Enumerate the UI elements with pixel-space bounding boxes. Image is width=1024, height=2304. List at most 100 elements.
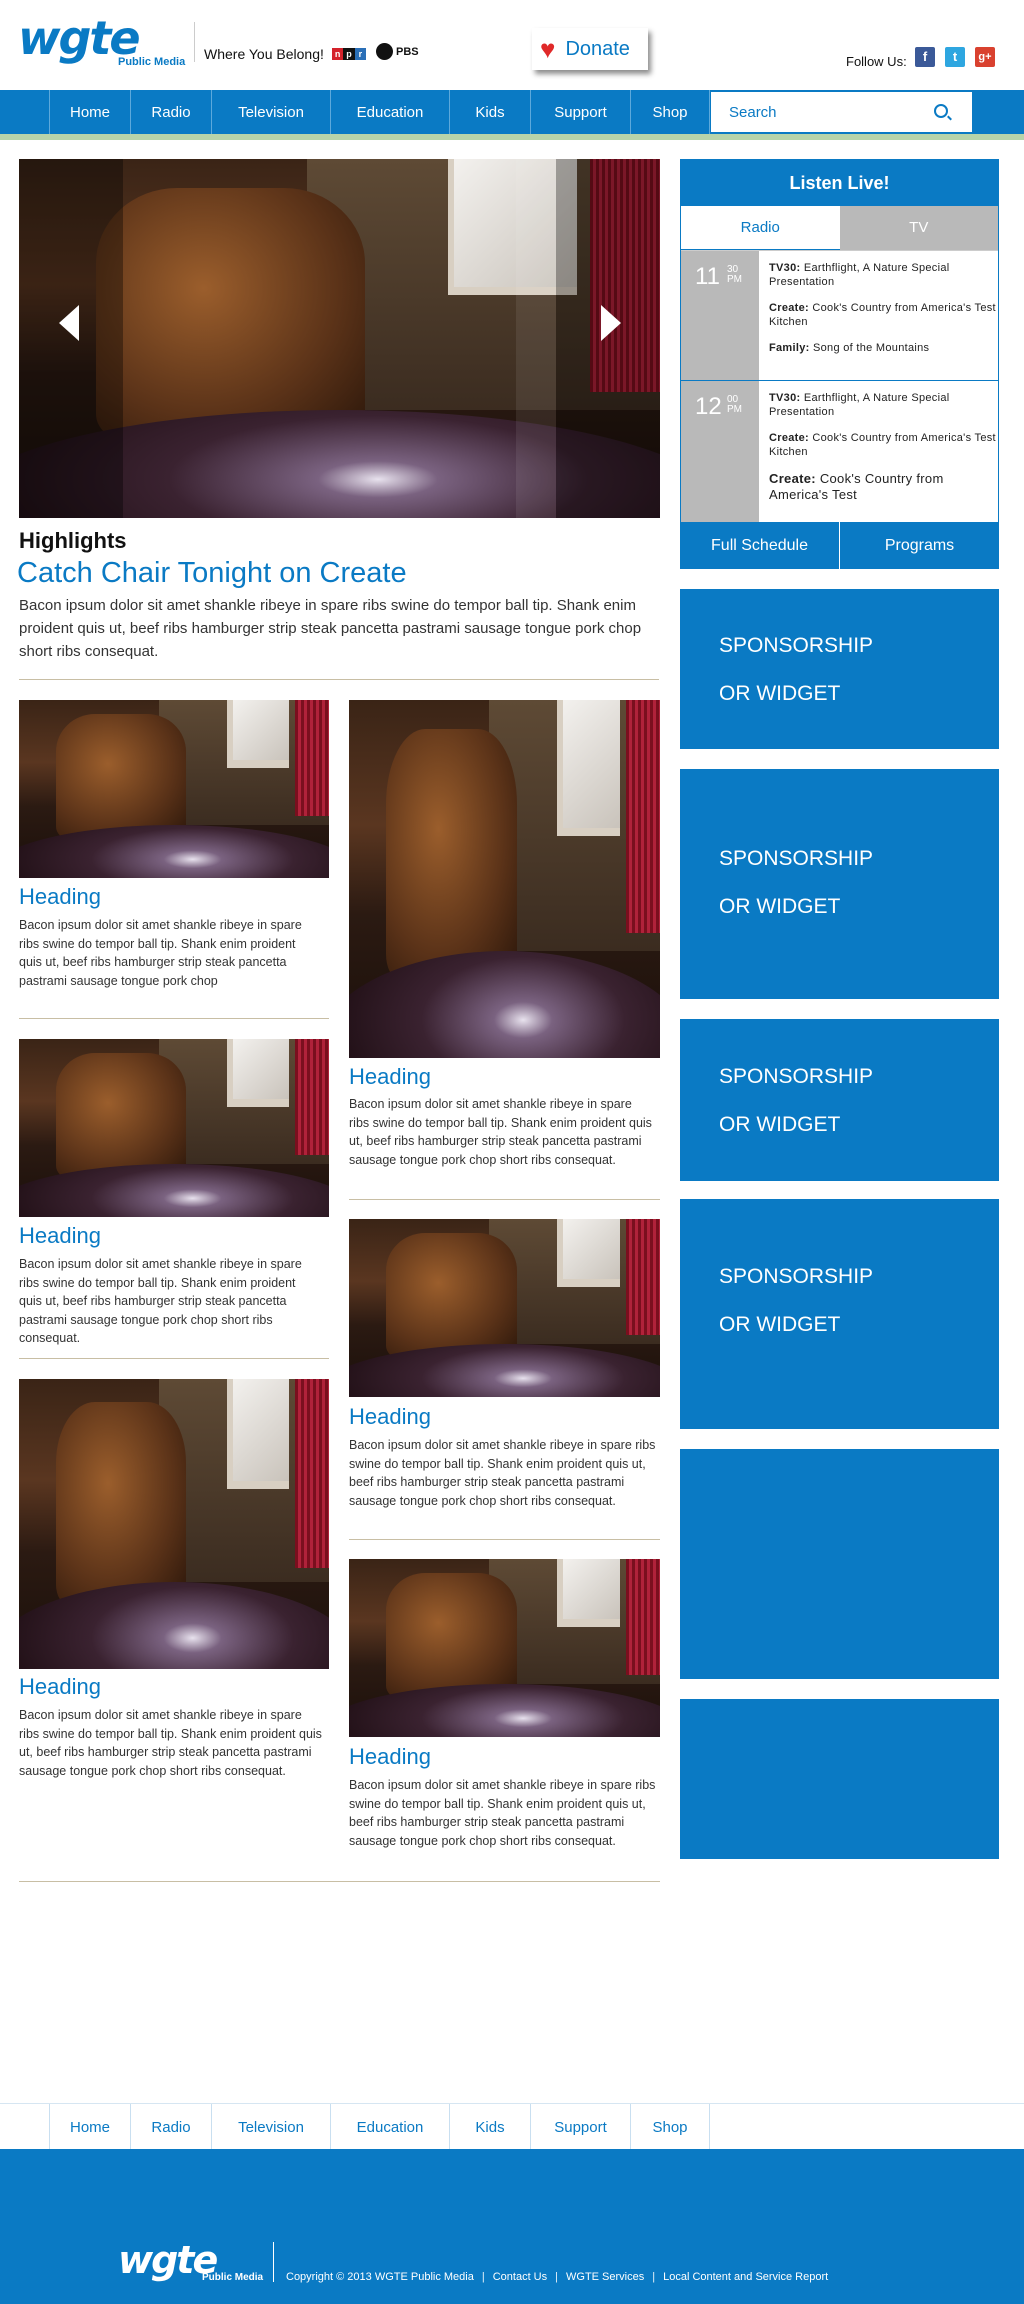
programs-button[interactable]: Programs (839, 522, 999, 569)
logo-wordmark: wgte (18, 11, 141, 65)
card-text: Bacon ipsum dolor sit amet shankle ribey… (19, 1708, 322, 1778)
search-box (711, 92, 972, 132)
tab-tv[interactable]: TV (839, 206, 998, 250)
card-heading[interactable]: Heading (349, 1064, 431, 1090)
divider (19, 679, 659, 680)
heart-icon: ♥ (540, 34, 556, 64)
slot-minute: 00 PM (727, 394, 742, 415)
main-nav: Home Radio Television Education Kids Sup… (0, 90, 1024, 134)
program-item[interactable]: Family: Song of the Mountains (769, 341, 998, 355)
donate-label: Donate (565, 37, 630, 60)
footer-nav-home[interactable]: Home (49, 2104, 130, 2150)
footer-nav-shop[interactable]: Shop (630, 2104, 710, 2150)
npr-logo[interactable]: n p r (332, 48, 366, 60)
pbs-label: PBS (396, 45, 419, 58)
sponsorship-widget[interactable] (680, 1699, 999, 1859)
header-divider (194, 22, 195, 62)
program-item[interactable]: TV30: Earthflight, A Nature Special Pres… (769, 391, 998, 419)
sponsorship-widget[interactable]: SPONSORSHIP OR WIDGET (680, 1199, 999, 1429)
footer-link-contact[interactable]: Contact Us (493, 2271, 547, 2283)
footer-nav-radio[interactable]: Radio (130, 2104, 211, 2150)
program-item[interactable]: TV30: Earthflight, A Nature Special Pres… (769, 261, 998, 289)
card-image[interactable] (19, 1379, 329, 1669)
google-plus-icon[interactable]: g+ (975, 47, 995, 67)
card-heading[interactable]: Heading (349, 1744, 431, 1770)
sponsorship-widget[interactable]: SPONSORSHIP OR WIDGET (680, 769, 999, 999)
nav-item-kids[interactable]: Kids (449, 90, 530, 134)
slot-hour: 11 (695, 263, 720, 290)
donate-button[interactable]: ♥ Donate (532, 28, 648, 70)
highlights-label: Highlights (19, 528, 127, 553)
copyright-text: Copyright © 2013 WGTE Public Media (286, 2271, 474, 2283)
schedule-slot: 12 00 PM TV30: Earthflight, A Nature Spec… (681, 380, 998, 522)
listen-buttons: Full Schedule Programs (680, 522, 999, 569)
footer-link-report[interactable]: Local Content and Service Report (663, 2271, 828, 2283)
logo-subtitle: Public Media (118, 56, 186, 68)
footer-nav-items: Home Radio Television Education Kids Sup… (49, 2104, 710, 2150)
footer-nav-television[interactable]: Television (211, 2104, 330, 2150)
card-image[interactable] (19, 1039, 329, 1217)
sponsorship-widget[interactable]: SPONSORSHIP OR WIDGET (680, 589, 999, 749)
slot-time: 12 00 PM (681, 381, 759, 522)
search-icon[interactable] (934, 104, 948, 118)
hero-carousel-image[interactable] (19, 159, 660, 518)
npr-letter: r (354, 48, 366, 60)
card-heading[interactable]: Heading (19, 1674, 101, 1700)
footer-link-services[interactable]: WGTE Services (566, 2271, 644, 2283)
carousel-prev-arrow-icon[interactable] (59, 305, 79, 341)
program-item[interactable]: Create: Cook's Country from America's Te… (769, 301, 998, 329)
site-footer: wgte Public Media Copyright © 2013 WGTE … (0, 2149, 1024, 2304)
nav-item-education[interactable]: Education (330, 90, 449, 134)
card-image[interactable] (349, 1559, 660, 1737)
sponsorship-widget[interactable]: SPONSORSHIP OR WIDGET (680, 1019, 999, 1181)
card-text: Bacon ipsum dolor sit amet shankle ribey… (19, 918, 302, 988)
program-item[interactable]: Create: Cook's Country from America's Te… (769, 471, 998, 503)
nav-accent-strip (0, 134, 1024, 140)
listen-live-widget: Listen Live! Radio TV 11 30 PM TV30: Eart… (680, 159, 999, 569)
search-input[interactable] (729, 103, 929, 121)
slot-programs: TV30: Earthflight, A Nature Special Pres… (759, 251, 998, 380)
card-heading[interactable]: Heading (19, 1223, 101, 1249)
slot-hour: 12 (695, 393, 722, 420)
card-image[interactable] (349, 1219, 660, 1397)
nav-item-television[interactable]: Television (211, 90, 330, 134)
card-image[interactable] (349, 700, 660, 1058)
wgte-logo[interactable]: wgte Public Media (18, 11, 198, 68)
full-schedule-button[interactable]: Full Schedule (680, 522, 839, 569)
nav-item-shop[interactable]: Shop (630, 90, 710, 134)
follow-us-label: Follow Us: (846, 54, 907, 69)
footer-nav-support[interactable]: Support (530, 2104, 630, 2150)
divider (19, 1881, 660, 1882)
highlight-title-link[interactable]: Catch Chair Tonight on Create (17, 557, 407, 590)
footer-wgte-logo[interactable]: wgte Public Media (118, 2240, 268, 2284)
tab-radio[interactable]: Radio (681, 206, 840, 250)
footer-nav-education[interactable]: Education (330, 2104, 449, 2150)
program-item[interactable]: Create: Cook's Country from America's Te… (769, 431, 998, 459)
footer-divider (273, 2242, 274, 2282)
pbs-head-icon (376, 43, 393, 60)
npr-letter: n (332, 48, 344, 60)
listen-live-title: Listen Live! (681, 160, 998, 206)
card-text: Bacon ipsum dolor sit amet shankle ribey… (349, 1097, 652, 1167)
highlight-text: Bacon ipsum dolor sit amet shankle ribey… (19, 597, 642, 660)
slot-minute: 30 PM (727, 264, 742, 285)
sponsorship-widget[interactable] (680, 1449, 999, 1679)
card-heading[interactable]: Heading (349, 1404, 431, 1430)
nav-item-support[interactable]: Support (530, 90, 630, 134)
card-image[interactable] (19, 700, 329, 878)
schedule-slot: 11 30 PM TV30: Earthflight, A Nature Spec… (681, 250, 998, 380)
tagline: Where You Belong! (204, 46, 324, 62)
facebook-icon[interactable]: f (915, 47, 935, 67)
twitter-icon[interactable]: t (945, 47, 965, 67)
card-heading[interactable]: Heading (19, 884, 101, 910)
pbs-logo[interactable]: PBS (376, 43, 419, 60)
footer-logo-subtitle: Public Media (202, 2272, 264, 2283)
nav-item-home[interactable]: Home (49, 90, 130, 134)
footer-nav-kids[interactable]: Kids (449, 2104, 530, 2150)
nav-item-radio[interactable]: Radio (130, 90, 211, 134)
divider (19, 1358, 329, 1359)
divider (19, 1018, 329, 1019)
carousel-next-arrow-icon[interactable] (601, 305, 621, 341)
footer-nav: Home Radio Television Education Kids Sup… (0, 2103, 1024, 2150)
nav-items: Home Radio Television Education Kids Sup… (49, 90, 710, 134)
